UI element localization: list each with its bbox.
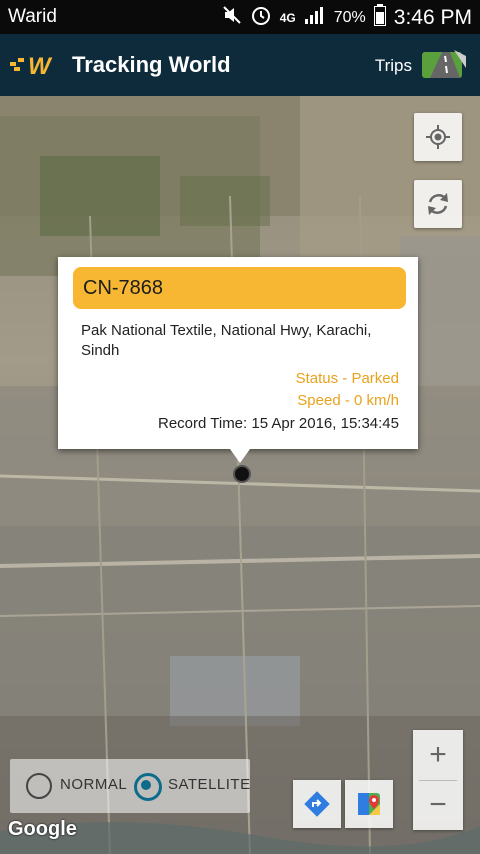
- refresh-icon: [428, 193, 448, 215]
- normal-radio[interactable]: [26, 773, 52, 799]
- refresh-button[interactable]: [414, 180, 462, 228]
- satellite-radio[interactable]: [134, 773, 162, 801]
- clock: 3:46 PM: [393, 6, 472, 29]
- app-title: Tracking World: [72, 52, 231, 77]
- vehicle-plate: CN-7868: [83, 277, 164, 299]
- directions-button[interactable]: [293, 780, 341, 828]
- app-bar: W Tracking World Trips: [0, 34, 480, 96]
- status-bar: Warid 4G 70% 3:46 PM: [0, 0, 480, 34]
- 4g-lte-icon: 4G: [279, 11, 296, 25]
- vehicle-info-window[interactable]: CN-7868 Pak National Textile, National H…: [58, 257, 418, 463]
- google-attribution: Google: [8, 818, 77, 840]
- vehicle-plate-header: CN-7868: [73, 267, 406, 309]
- tracking-world-logo-icon: W: [8, 52, 64, 80]
- google-maps-button[interactable]: [345, 780, 393, 828]
- map-type-selector: NORMAL SATELLITE: [10, 759, 250, 813]
- info-window-pointer: [230, 449, 250, 463]
- vehicle-marker[interactable]: [233, 465, 251, 483]
- record-time: Record Time: 15 Apr 2016, 15:34:45: [158, 415, 399, 432]
- mute-icon: [222, 5, 242, 31]
- my-location-icon: [426, 125, 450, 149]
- normal-label[interactable]: NORMAL: [60, 776, 127, 793]
- my-location-button[interactable]: [414, 113, 462, 161]
- zoom-out-button[interactable]: −: [413, 780, 463, 830]
- vehicle-status: Status - Parked: [295, 370, 399, 387]
- vehicle-address: Pak National Textile, National Hwy, Kara…: [81, 322, 372, 359]
- vehicle-speed: Speed - 0 km/h: [297, 392, 399, 409]
- map-view[interactable]: CN-7868 Pak National Textile, National H…: [0, 96, 480, 854]
- signal-icon: [304, 5, 326, 31]
- battery-percent: 70%: [333, 9, 366, 26]
- svg-text:W: W: [28, 53, 53, 78]
- zoom-in-button[interactable]: +: [413, 730, 463, 780]
- directions-icon: [304, 791, 330, 817]
- alarm-icon: [250, 4, 272, 32]
- battery-icon: [373, 4, 386, 32]
- satellite-label[interactable]: SATELLITE: [168, 776, 251, 793]
- google-maps-icon: [358, 793, 380, 815]
- trips-button[interactable]: Trips: [375, 56, 412, 76]
- carrier-name: Warid: [8, 6, 57, 27]
- trips-road-icon[interactable]: [420, 46, 468, 82]
- zoom-controls: + −: [413, 730, 463, 830]
